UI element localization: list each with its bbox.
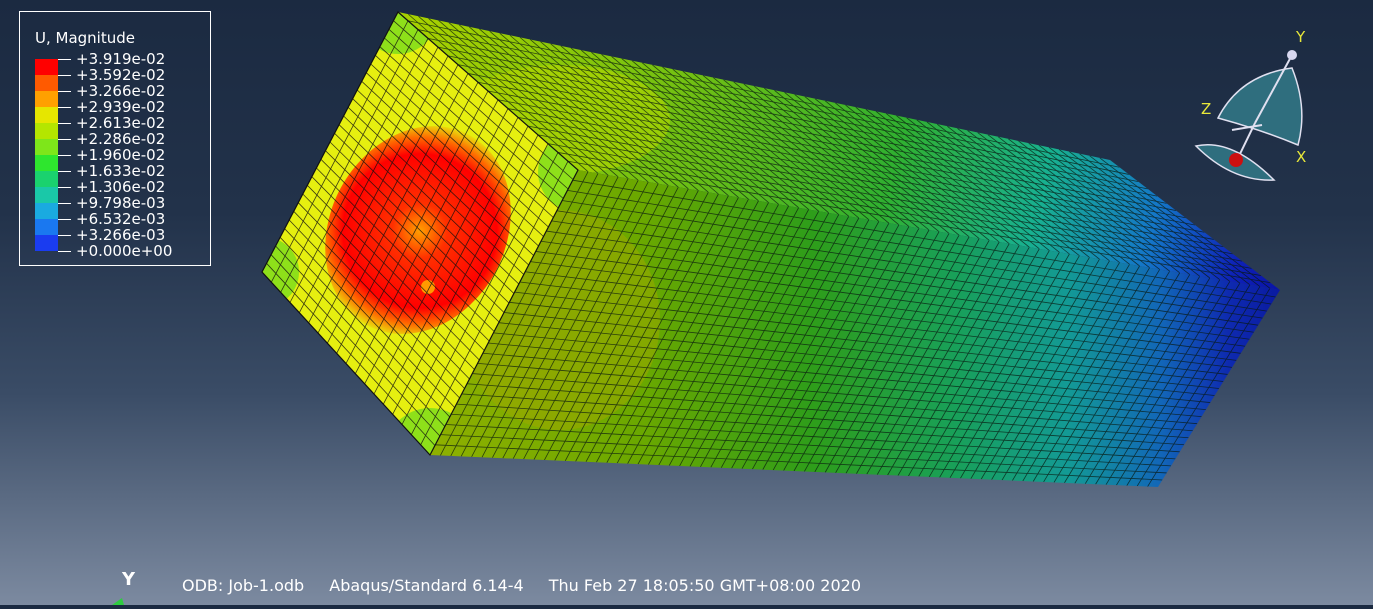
legend-tick (58, 235, 71, 236)
legend-value: +2.939e-02 (76, 98, 166, 116)
legend-swatch (35, 155, 58, 171)
legend-value: +1.633e-02 (76, 162, 166, 180)
legend-tick (58, 171, 71, 172)
origin-triad-y-label: Y (122, 569, 136, 590)
legend-value: +3.266e-03 (76, 226, 166, 244)
legend-swatch (35, 139, 58, 155)
legend-tick (58, 107, 71, 108)
legend-value: +1.306e-02 (76, 178, 166, 196)
legend-tick (58, 123, 71, 124)
legend-value: +2.286e-02 (76, 130, 166, 148)
legend-swatch (35, 219, 58, 235)
legend-value: +2.613e-02 (76, 114, 166, 132)
legend-tick (58, 139, 71, 140)
legend-tick (58, 155, 71, 156)
legend-swatch (35, 91, 58, 107)
legend-swatch (35, 187, 58, 203)
legend-swatch (35, 171, 58, 187)
legend-value: +3.592e-02 (76, 66, 166, 84)
odb-name: ODB: Job-1.odb (182, 576, 305, 595)
solver-version: Abaqus/Standard 6.14-4 (329, 576, 524, 595)
legend-swatch (35, 59, 58, 75)
legend-value: +0.000e+00 (76, 242, 173, 260)
legend-swatch (35, 203, 58, 219)
view-triad: Y Z X (1194, 28, 1306, 181)
legend-title: U, Magnitude (35, 29, 135, 47)
triad-z-label: Z (1201, 100, 1211, 118)
legend-swatch (35, 235, 58, 251)
legend-value: +3.266e-02 (76, 82, 166, 100)
legend-tick (58, 203, 71, 204)
triad-x-label: X (1296, 148, 1306, 166)
legend-tick (58, 75, 71, 76)
legend-tick (58, 91, 71, 92)
legend-tick (58, 251, 71, 252)
legend-swatch (35, 107, 58, 123)
legend-swatch (35, 75, 58, 91)
legend-value: +1.960e-02 (76, 146, 166, 164)
timestamp: Thu Feb 27 18:05:50 GMT+08:00 2020 (548, 576, 861, 595)
triad-y-label: Y (1295, 28, 1306, 46)
legend-swatch (35, 123, 58, 139)
contour-legend: U, Magnitude +3.919e-02 +3.592e-02 +3.266e… (19, 11, 211, 266)
legend-value: +3.919e-02 (76, 50, 166, 68)
origin-triad-x-arrow (112, 598, 124, 605)
legend-tick (58, 187, 71, 188)
legend-tick (58, 59, 71, 60)
status-bar: ODB: Job-1.odb Abaqus/Standard 6.14-4 Th… (182, 576, 881, 595)
legend-value: +9.798e-03 (76, 194, 166, 212)
legend-value: +6.532e-03 (76, 210, 166, 228)
legend-tick (58, 219, 71, 220)
